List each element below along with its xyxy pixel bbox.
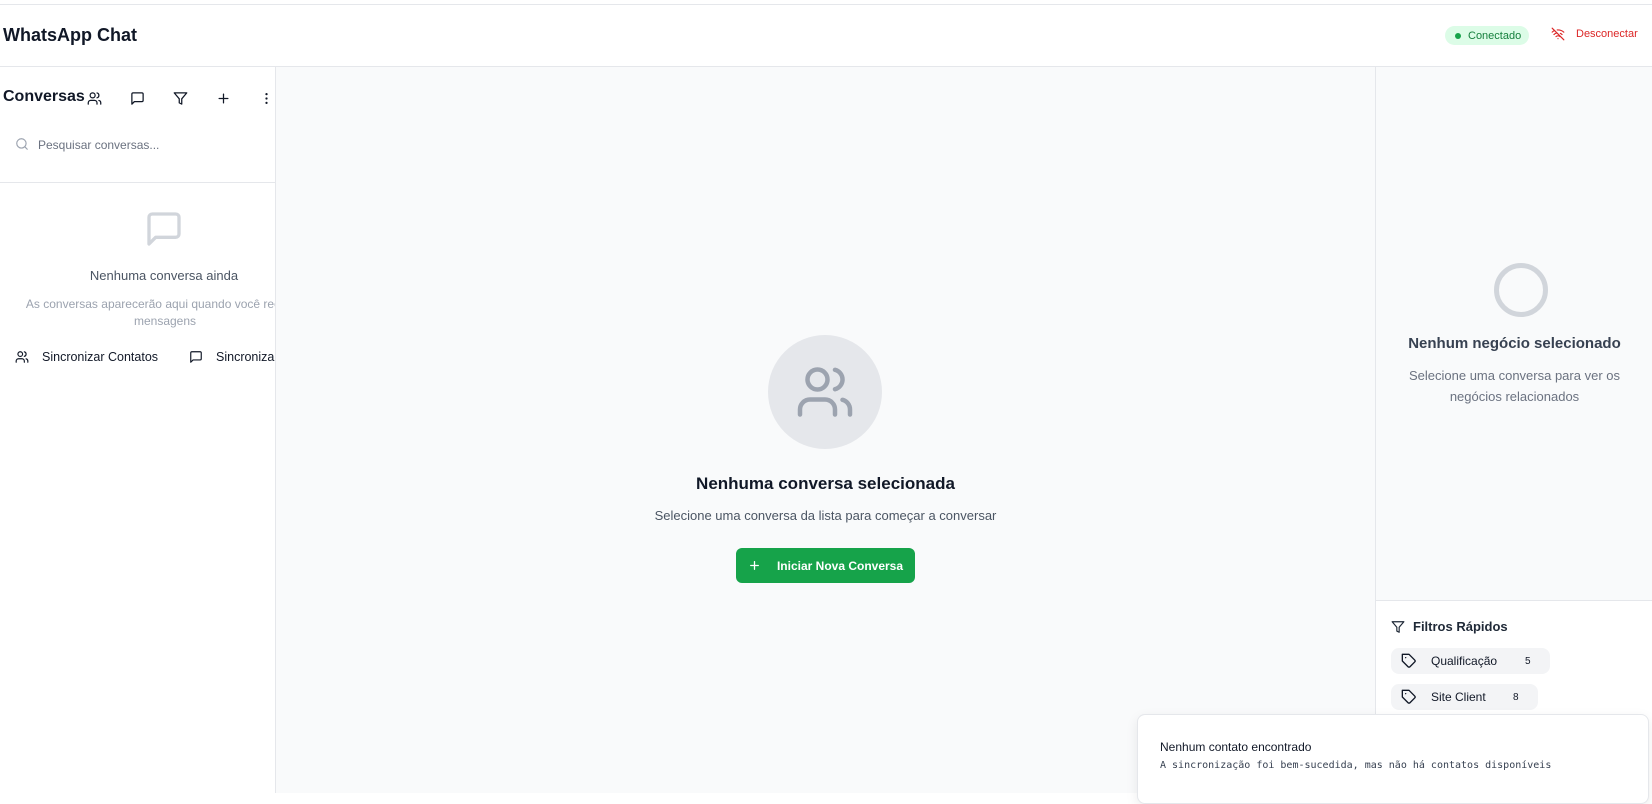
app-title: WhatsApp Chat <box>3 25 137 45</box>
sync-contacts-label: Sincronizar Contatos <box>42 350 159 364</box>
tag-icon <box>1401 689 1416 704</box>
filter-icon[interactable] <box>171 89 189 107</box>
main-empty-subtitle: Selecione uma conversa da lista para com… <box>654 508 997 523</box>
sync-contacts-button[interactable]: Sincronizar Contatos <box>15 350 158 364</box>
message-icon <box>190 351 202 363</box>
chat-main-area: Nenhuma conversa selecionada Selecione u… <box>276 67 1375 793</box>
filter-chip-label: Qualificação <box>1431 654 1498 668</box>
empty-avatar <box>768 335 882 449</box>
main-empty-title: Nenhuma conversa selecionada <box>696 474 955 493</box>
plus-icon <box>750 561 759 570</box>
new-conversation-button[interactable]: Iniciar Nova Conversa <box>736 548 915 583</box>
filter-chip-site-client[interactable]: Site Client 8 <box>1391 684 1538 710</box>
users-icon[interactable] <box>85 89 103 107</box>
users-icon <box>15 351 29 363</box>
users-icon <box>797 367 853 417</box>
status-badge: Conectado <box>1445 26 1529 45</box>
search-icon <box>16 138 28 150</box>
search-area <box>0 127 275 243</box>
quick-filters-label: Filtros Rápidos <box>1413 619 1508 634</box>
empty-title: Nenhuma conversa ainda <box>89 268 239 283</box>
more-vertical-icon[interactable] <box>257 89 275 107</box>
app-header: WhatsApp Chat Conectado Desconectar <box>0 5 1652 67</box>
conversations-sidebar: Conversas Pesquisar conversas... Nenhuma… <box>0 67 276 793</box>
toast-title: Nenhum contato encontrado <box>1160 740 1312 754</box>
empty-message-icon <box>144 209 184 254</box>
disconnect-button[interactable]: Desconectar <box>1550 27 1638 41</box>
empty-subtitle: As conversas aparecerão aqui quando você… <box>25 297 275 328</box>
toast-description: A sincronização foi bem-sucedida, mas nã… <box>1160 760 1552 771</box>
filter-chip-count: 8 <box>1513 691 1519 703</box>
search-box <box>0 127 275 183</box>
empty-deal-ring <box>1494 263 1548 317</box>
status-text: Conectado <box>1468 29 1522 42</box>
sync-conversations-label: Sincronizar Conversas <box>216 350 276 364</box>
plus-icon[interactable] <box>214 89 232 107</box>
filter-chip-qualificacao[interactable]: Qualificação 5 <box>1391 648 1550 674</box>
search-input[interactable] <box>38 135 258 155</box>
message-icon[interactable] <box>128 89 146 107</box>
filter-icon <box>1391 620 1405 633</box>
sync-conversations-button[interactable]: Sincronizar Conversas <box>189 350 276 364</box>
wifi-off-icon <box>1551 27 1565 41</box>
new-conversation-label: Iniciar Nova Conversa <box>776 558 904 573</box>
deals-empty-title: Nenhum negócio selecionado <box>1408 335 1621 352</box>
disconnect-label: Desconectar <box>1576 28 1638 40</box>
tag-icon <box>1401 653 1416 668</box>
sidebar-title: Conversas <box>3 88 85 105</box>
filter-chip-label: Site Client <box>1431 690 1486 704</box>
filter-chip-count: 5 <box>1525 655 1531 667</box>
status-dot <box>1455 32 1461 39</box>
toast-notification[interactable]: Nenhum contato encontrado A sincronizaçã… <box>1137 714 1649 804</box>
deals-empty-subtitle: Selecione uma conversa para ver os negóc… <box>1408 368 1620 404</box>
quick-filters-title: Filtros Rápidos <box>1391 619 1508 634</box>
deals-panel: Nenhum negócio selecionado Selecione uma… <box>1375 67 1652 793</box>
